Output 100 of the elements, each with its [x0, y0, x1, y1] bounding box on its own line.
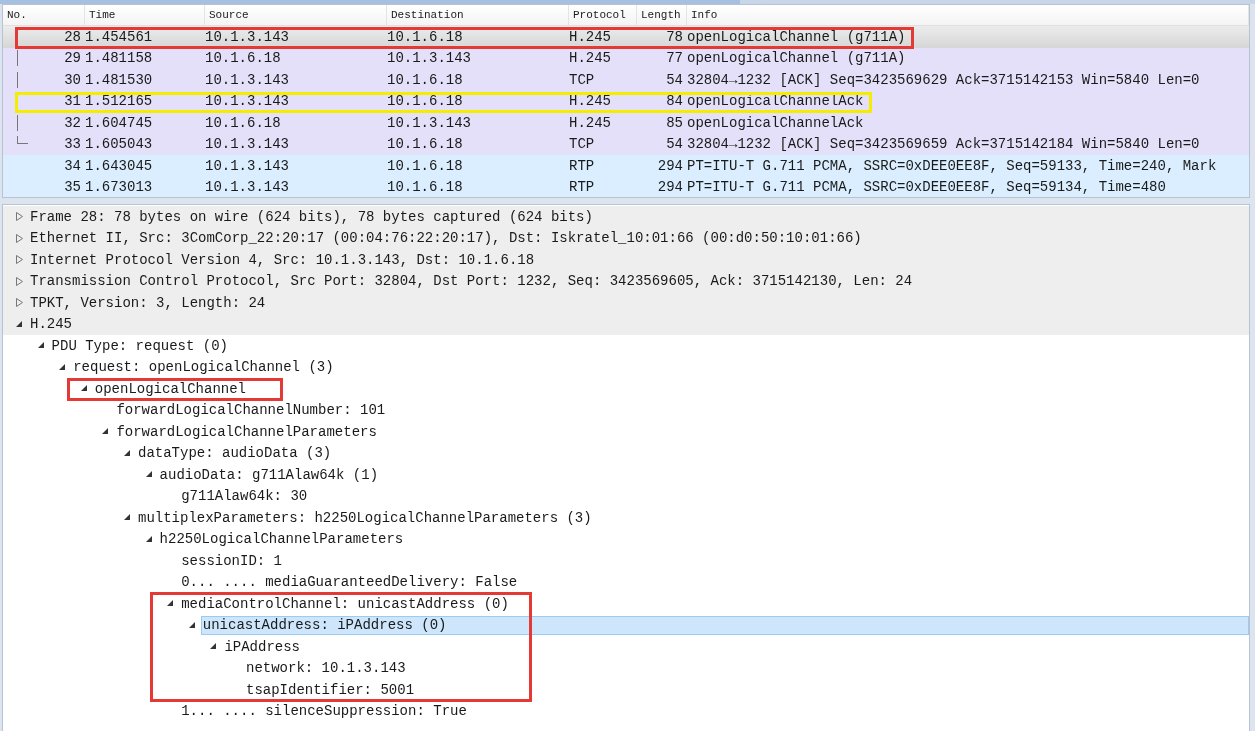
table-cell-text: 1.481530	[85, 71, 154, 88]
table-cell-text: 10.1.3.143	[205, 28, 290, 45]
table-cell-text: H.245	[569, 114, 612, 131]
table-cell: openLogicalChannelAck	[687, 114, 864, 131]
packet-row[interactable]: 29 1.481158 10.1.6.18 10.1.3.143 H.245 77 openLogicalChannel (g711A)	[3, 47, 1249, 69]
table-cell: 29	[3, 50, 85, 67]
tree-item[interactable]: forwardLogicalChannelNumber: 101	[116, 402, 386, 419]
tree-item[interactable]: openLogicalChannel	[94, 380, 247, 397]
table-cell-text: 1.512165	[85, 93, 154, 110]
table-cell-text: 10.1.3.143	[205, 93, 290, 110]
packet-row[interactable]: 32 1.604745 10.1.6.18 10.1.3.143 H.245 85 openLogicalChannelAck	[3, 112, 1249, 134]
packet-row[interactable]: 30 1.481530 10.1.3.143 10.1.6.18 TCP 54 32804→1232 [ACK] Seq=3423569629 Ack=3715142153 Win=5840 Len=0	[3, 69, 1249, 91]
table-cell-text: 78	[665, 28, 684, 45]
tree-item[interactable]: unicastAddress: iPAddress (0)	[202, 617, 447, 634]
tree-item[interactable]: request: openLogicalChannel (3)	[73, 359, 334, 376]
table-cell: openLogicalChannelAck	[687, 93, 864, 110]
collapse-arrow-icon[interactable]	[187, 620, 197, 630]
table-cell: 32804→1232 [ACK] Seq=3423569629 Ack=3715142153 Win=5840 Len=0	[687, 71, 1200, 88]
expand-arrow-icon[interactable]	[15, 276, 24, 286]
tree-item[interactable]: mediaControlChannel: unicastAddress (0)	[181, 595, 509, 612]
table-cell: PT=ITU-T G.711 PCMA, SSRC=0xDEE0EE8F, Seq=59134, Time=480	[687, 179, 1166, 196]
table-cell-text: 10.1.6.18	[387, 93, 464, 110]
collapse-arrow-icon[interactable]	[209, 642, 219, 652]
column-header[interactable]: Info	[687, 5, 1249, 25]
table-cell-text: 35	[63, 179, 82, 196]
collapse-arrow-icon[interactable]	[79, 384, 89, 394]
table-cell-text: 10.1.6.18	[387, 157, 464, 174]
table-cell: PT=ITU-T G.711 PCMA, SSRC=0xDEE0EE8F, Seq=59133, Time=240, Mark	[687, 157, 1217, 174]
collapse-arrow-icon[interactable]	[144, 534, 154, 544]
collapse-arrow-icon[interactable]	[144, 470, 154, 480]
column-header[interactable]: Destination	[387, 5, 569, 25]
table-cell-text: 1.481158	[85, 50, 154, 67]
table-cell-text: 10.1.3.143	[387, 50, 472, 67]
collapse-arrow-icon[interactable]	[36, 341, 46, 351]
table-cell-text: 1.605043	[85, 136, 154, 153]
table-cell-text: 54	[665, 136, 684, 153]
tree-item[interactable]: multiplexParameters: h2250LogicalChannelParameters (3)	[138, 509, 592, 526]
tree-item[interactable]: TPKT, Version: 3, Length: 24	[30, 294, 266, 311]
tree-item[interactable]: g711Alaw64k: 30	[181, 488, 308, 505]
table-cell-text: 10.1.3.143	[205, 71, 290, 88]
table-cell-text: H.245	[569, 50, 612, 67]
collapse-arrow-icon[interactable]	[15, 319, 24, 329]
table-cell-text: H.245	[569, 28, 612, 45]
tree-item[interactable]: dataType: audioData (3)	[138, 445, 332, 462]
table-cell: 31	[3, 93, 85, 110]
table-cell-text: 10.1.6.18	[205, 114, 282, 131]
table-cell-text: 10.1.6.18	[387, 179, 464, 196]
tree-item[interactable]: sessionID: 1	[181, 552, 282, 569]
tree-item[interactable]: audioData: g711Alaw64k (1)	[159, 466, 379, 483]
expand-arrow-icon[interactable]	[15, 233, 24, 243]
packet-row[interactable]: 33 1.605043 10.1.3.143 10.1.6.18 TCP 54 32804→1232 [ACK] Seq=3423569659 Ack=3715142184 Win=5840 Len=0	[3, 133, 1249, 155]
expand-arrow-icon[interactable]	[15, 255, 24, 265]
table-cell: 28	[3, 28, 85, 45]
tree-item[interactable]: 1... .... silenceSuppression: True	[181, 703, 467, 720]
table-cell-text: 77	[665, 50, 684, 67]
table-cell-text: 85	[665, 114, 684, 131]
table-cell-text: 10.1.3.143	[387, 114, 472, 131]
table-cell: 30	[3, 71, 85, 88]
table-cell-text: 54	[665, 71, 684, 88]
collapse-arrow-icon[interactable]	[58, 362, 68, 372]
collapse-arrow-icon[interactable]	[101, 427, 111, 437]
tree-item[interactable]: network: 10.1.3.143	[246, 660, 406, 677]
table-cell-text: 294	[656, 179, 684, 196]
table-cell: 33	[3, 136, 85, 153]
table-cell-text: 1.604745	[85, 114, 154, 131]
table-cell: openLogicalChannel (g711A)	[687, 28, 906, 45]
tree-item[interactable]: H.245	[30, 316, 72, 333]
tree-item[interactable]: 0... .... mediaGuaranteedDelivery: False	[181, 574, 518, 591]
tree-item[interactable]: PDU Type: request (0)	[51, 337, 229, 354]
table-cell-text: 10.1.6.18	[387, 28, 464, 45]
column-header[interactable]: Time	[85, 5, 205, 25]
table-cell-text: 10.1.3.143	[205, 157, 290, 174]
table-cell: openLogicalChannel (g711A)	[687, 50, 906, 67]
table-cell-text: 10.1.6.18	[205, 50, 282, 67]
table-cell-text: 10.1.3.143	[205, 179, 290, 196]
table-cell-text: 10.1.3.143	[205, 136, 290, 153]
collapse-arrow-icon[interactable]	[123, 448, 132, 458]
column-header[interactable]: Length	[637, 5, 687, 25]
expand-arrow-icon[interactable]	[15, 212, 24, 222]
tree-item[interactable]: h2250LogicalChannelParameters	[159, 531, 404, 548]
table-cell: 32804→1232 [ACK] Seq=3423569659 Ack=3715142184 Win=5840 Len=0	[687, 136, 1200, 153]
table-cell-text: 10.1.6.18	[387, 136, 464, 153]
tree-item[interactable]: iPAddress	[224, 638, 300, 655]
table-cell-text: RTP	[569, 179, 596, 196]
table-cell-text: 294	[656, 157, 684, 174]
expand-arrow-icon[interactable]	[15, 298, 24, 308]
collapse-arrow-icon[interactable]	[166, 599, 176, 609]
column-header[interactable]: Protocol	[569, 5, 637, 25]
table-cell-text: H.245	[569, 93, 612, 110]
table-cell-text: 10.1.6.18	[387, 71, 464, 88]
table-cell-text: 84	[665, 93, 684, 110]
collapse-arrow-icon[interactable]	[123, 513, 132, 523]
packet-row[interactable]: 35 1.673013 10.1.3.143 10.1.6.18 RTP 294 PT=ITU-T G.711 PCMA, SSRC=0xDEE0EE8F, Seq=59134, Time=480	[3, 176, 1249, 197]
column-header[interactable]: No.	[3, 5, 85, 25]
column-header[interactable]: Source	[205, 5, 387, 25]
packet-row[interactable]: 34 1.643045 10.1.3.143 10.1.6.18 RTP 294 PT=ITU-T G.711 PCMA, SSRC=0xDEE0EE8F, Seq=59133, Time=240, Mark	[3, 155, 1249, 177]
table-cell-text: 1.643045	[85, 157, 154, 174]
tree-item[interactable]: forwardLogicalChannelParameters	[116, 423, 377, 440]
table-cell-text: TCP	[569, 71, 596, 88]
tree-item[interactable]: tsapIdentifier: 5001	[246, 681, 415, 698]
